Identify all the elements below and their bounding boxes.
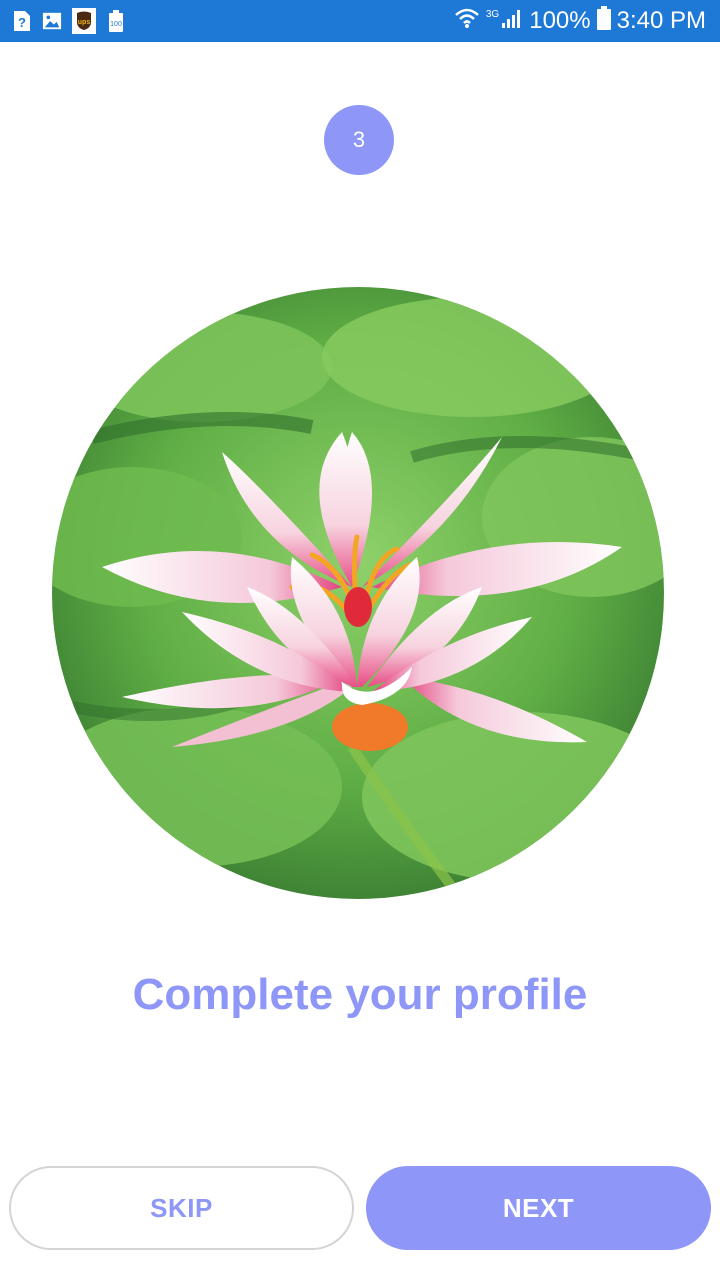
- svg-text:?: ?: [18, 15, 26, 30]
- battery-icon: [596, 5, 611, 37]
- svg-text:100: 100: [110, 21, 122, 28]
- help-icon: ?: [12, 10, 32, 32]
- next-label: NEXT: [502, 1192, 575, 1223]
- ups-icon: ups: [72, 8, 96, 34]
- battery-saver-icon: 100: [106, 10, 126, 32]
- network-type: 3G: [485, 8, 500, 20]
- step-number: 3: [352, 127, 366, 152]
- step-indicator: 3: [324, 105, 394, 175]
- page-title: Complete your profile: [132, 970, 588, 1019]
- svg-text:ups: ups: [78, 19, 91, 26]
- wifi-icon: [454, 7, 480, 36]
- signal-icon: [501, 7, 523, 36]
- next-button[interactable]: NEXT: [366, 1166, 711, 1250]
- status-bar: ? ups 100 3G 100% 3:40 PM: [0, 0, 720, 42]
- skip-label: SKIP: [150, 1192, 213, 1223]
- skip-button[interactable]: SKIP: [9, 1166, 354, 1250]
- battery-percent: 100%: [529, 7, 591, 34]
- clock: 3:40 PM: [616, 7, 706, 34]
- notification-icons: ? ups 100: [12, 8, 126, 34]
- lotus-image: [52, 287, 664, 899]
- system-indicators: 3G 100% 3:40 PM: [454, 0, 706, 42]
- image-icon: [42, 10, 62, 32]
